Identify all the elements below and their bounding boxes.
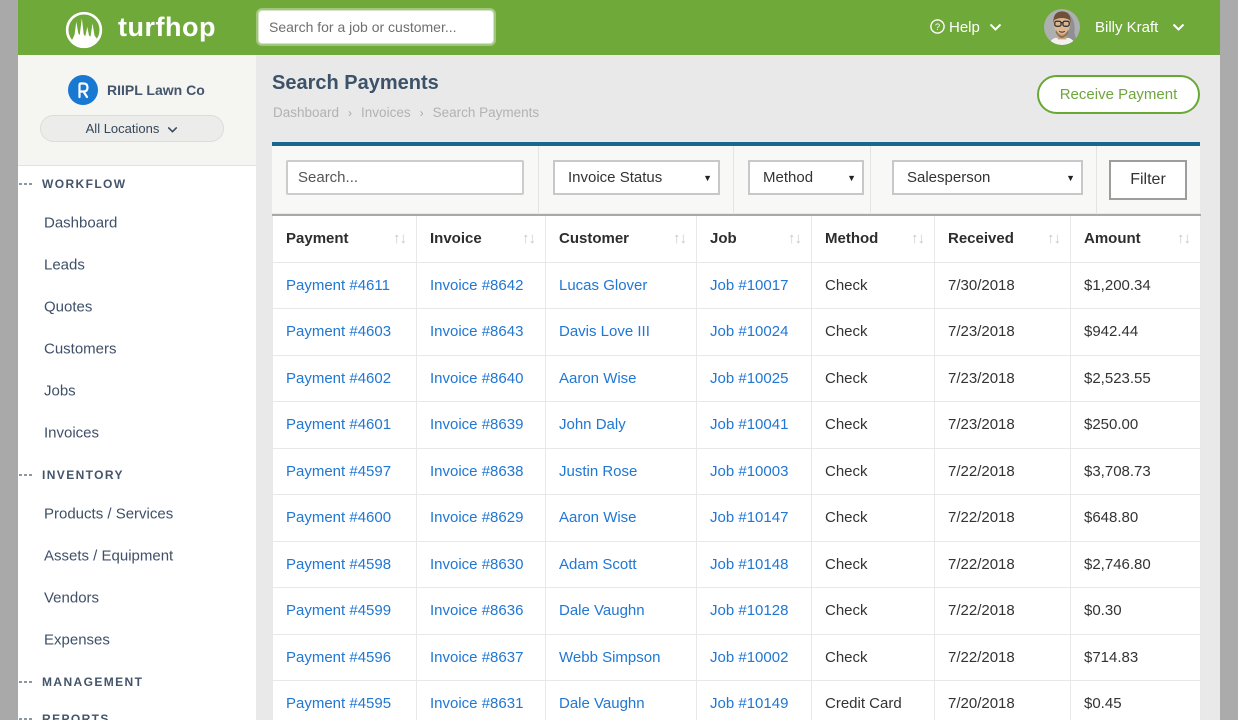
svg-text:?: ? <box>935 22 940 33</box>
